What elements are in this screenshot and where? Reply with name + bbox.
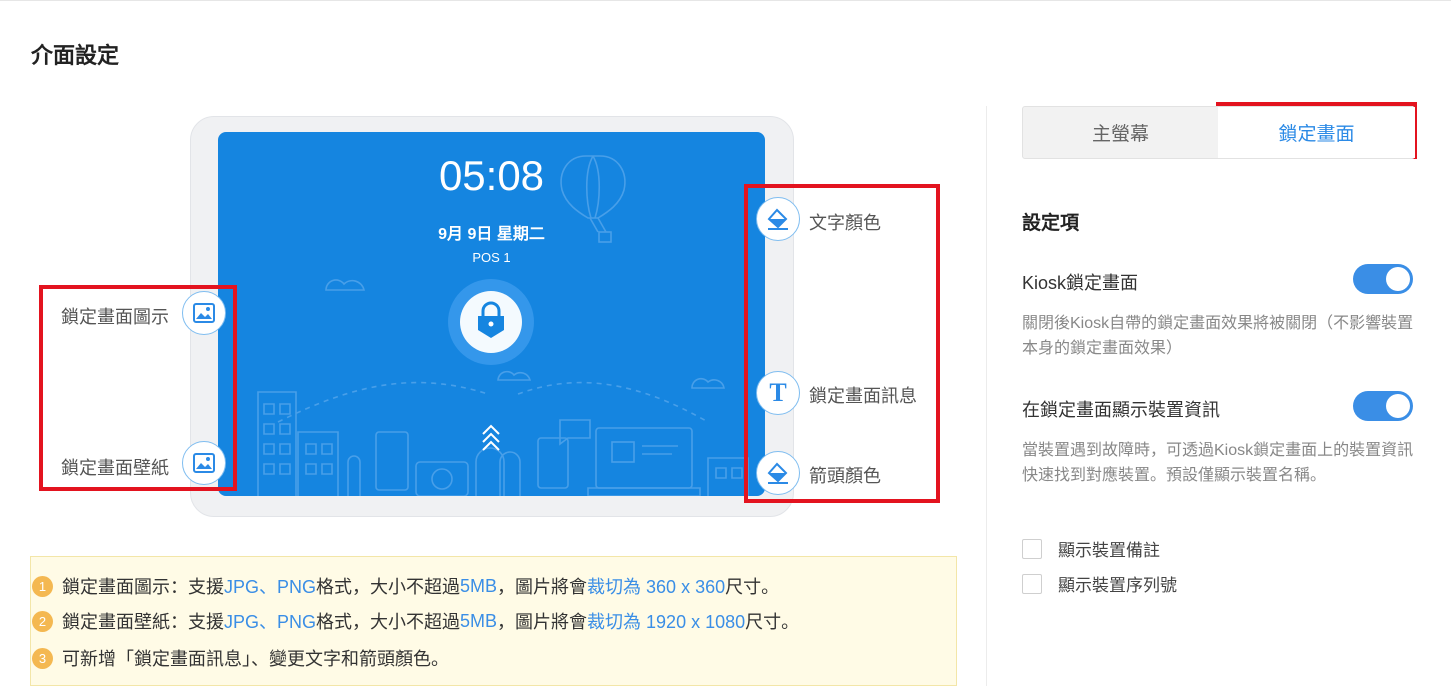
note-crop: 裁切為 1920 x 1080 — [587, 612, 746, 632]
note-text: 尺寸。 — [725, 577, 780, 597]
note-size: 5MB — [460, 575, 498, 596]
top-divider — [0, 0, 1451, 1]
preview-time: 05:08 — [438, 152, 545, 199]
note-text: 可新增「鎖定畫面訊息」、變更文字和箭頭顏色。 — [62, 649, 449, 669]
preview-device-name: POS 1 — [472, 250, 511, 265]
note-text: 格式，大小不超過 — [316, 577, 461, 597]
label-text-color: 文字顏色 — [809, 213, 881, 233]
note-number: 2 — [32, 610, 53, 632]
checkbox-show-serial-number[interactable]: 顯示裝置序列號 — [1022, 571, 1177, 596]
kiosk-lock-description: 關閉後Kiosk自帶的鎖定畫面效果將被關閉（不影響裝置本身的鎖定畫面效果） — [1022, 315, 1414, 357]
paint-bucket-icon[interactable] — [756, 451, 800, 495]
show-device-info-toggle[interactable] — [1353, 391, 1413, 421]
label-lock-icon: 鎖定畫面圖示 — [61, 307, 169, 327]
note-text: 鎖定畫面壁紙：支援 — [62, 612, 224, 632]
checkbox-show-device-note[interactable]: 顯示裝置備註 — [1022, 536, 1160, 561]
note-item: 3 可新增「鎖定畫面訊息」、變更文字和箭頭顏色。 — [32, 645, 449, 671]
show-device-info-description: 當裝置遇到故障時，可透過Kiosk鎖定畫面上的裝置資訊快速找到對應裝置。預設僅顯… — [1022, 442, 1414, 484]
note-formats: JPG、PNG — [224, 612, 317, 632]
image-icon[interactable] — [182, 291, 226, 335]
label-arrow-color: 箭頭顏色 — [809, 466, 881, 486]
tab-home-screen[interactable]: 主螢幕 — [1023, 107, 1218, 158]
show-device-info-label: 在鎖定畫面顯示裝置資訊 — [1022, 400, 1220, 420]
text-icon[interactable]: T — [756, 371, 800, 415]
note-text: ，圖片將會 — [497, 577, 588, 597]
panel-divider — [986, 106, 987, 686]
checkbox[interactable] — [1022, 573, 1042, 594]
lock-screen-preview: 05:08 9月 9日 星期二 POS 1 — [218, 132, 765, 496]
checkbox[interactable] — [1022, 538, 1042, 559]
note-item: 1 鎖定畫面圖示：支援 JPG、PNG 格式，大小不超過 5MB ，圖片將會 裁… — [32, 573, 779, 599]
note-text: 格式，大小不超過 — [316, 612, 461, 632]
note-item: 2 鎖定畫面壁紙：支援 JPG、PNG 格式，大小不超過 5MB ，圖片將會 裁… — [32, 608, 799, 634]
label-lock-message: 鎖定畫面訊息 — [809, 386, 917, 406]
note-number: 1 — [32, 575, 53, 597]
checkbox-label: 顯示裝置序列號 — [1058, 576, 1177, 595]
page-title: 介面設定 — [31, 43, 120, 68]
note-crop: 裁切為 360 x 360 — [587, 577, 726, 597]
image-icon[interactable] — [182, 441, 226, 485]
screen-tabs: 主螢幕 鎖定畫面 — [1022, 106, 1415, 159]
note-text: 尺寸。 — [745, 612, 800, 632]
checkbox-label: 顯示裝置備註 — [1058, 541, 1160, 560]
note-text: ，圖片將會 — [497, 612, 588, 632]
label-wallpaper: 鎖定畫面壁紙 — [61, 458, 169, 478]
paint-bucket-icon[interactable] — [756, 197, 800, 241]
settings-title: 設定項 — [1022, 213, 1080, 234]
tab-lock-screen[interactable]: 鎖定畫面 — [1218, 107, 1415, 158]
note-formats: JPG、PNG — [224, 577, 317, 597]
kiosk-lock-toggle[interactable] — [1353, 264, 1413, 294]
preview-date: 9月 9日 星期二 — [438, 226, 545, 243]
kiosk-lock-label: Kiosk鎖定畫面 — [1022, 273, 1139, 293]
note-number: 3 — [32, 647, 53, 669]
note-size: 5MB — [460, 610, 498, 631]
note-text: 鎖定畫面圖示：支援 — [62, 577, 224, 597]
